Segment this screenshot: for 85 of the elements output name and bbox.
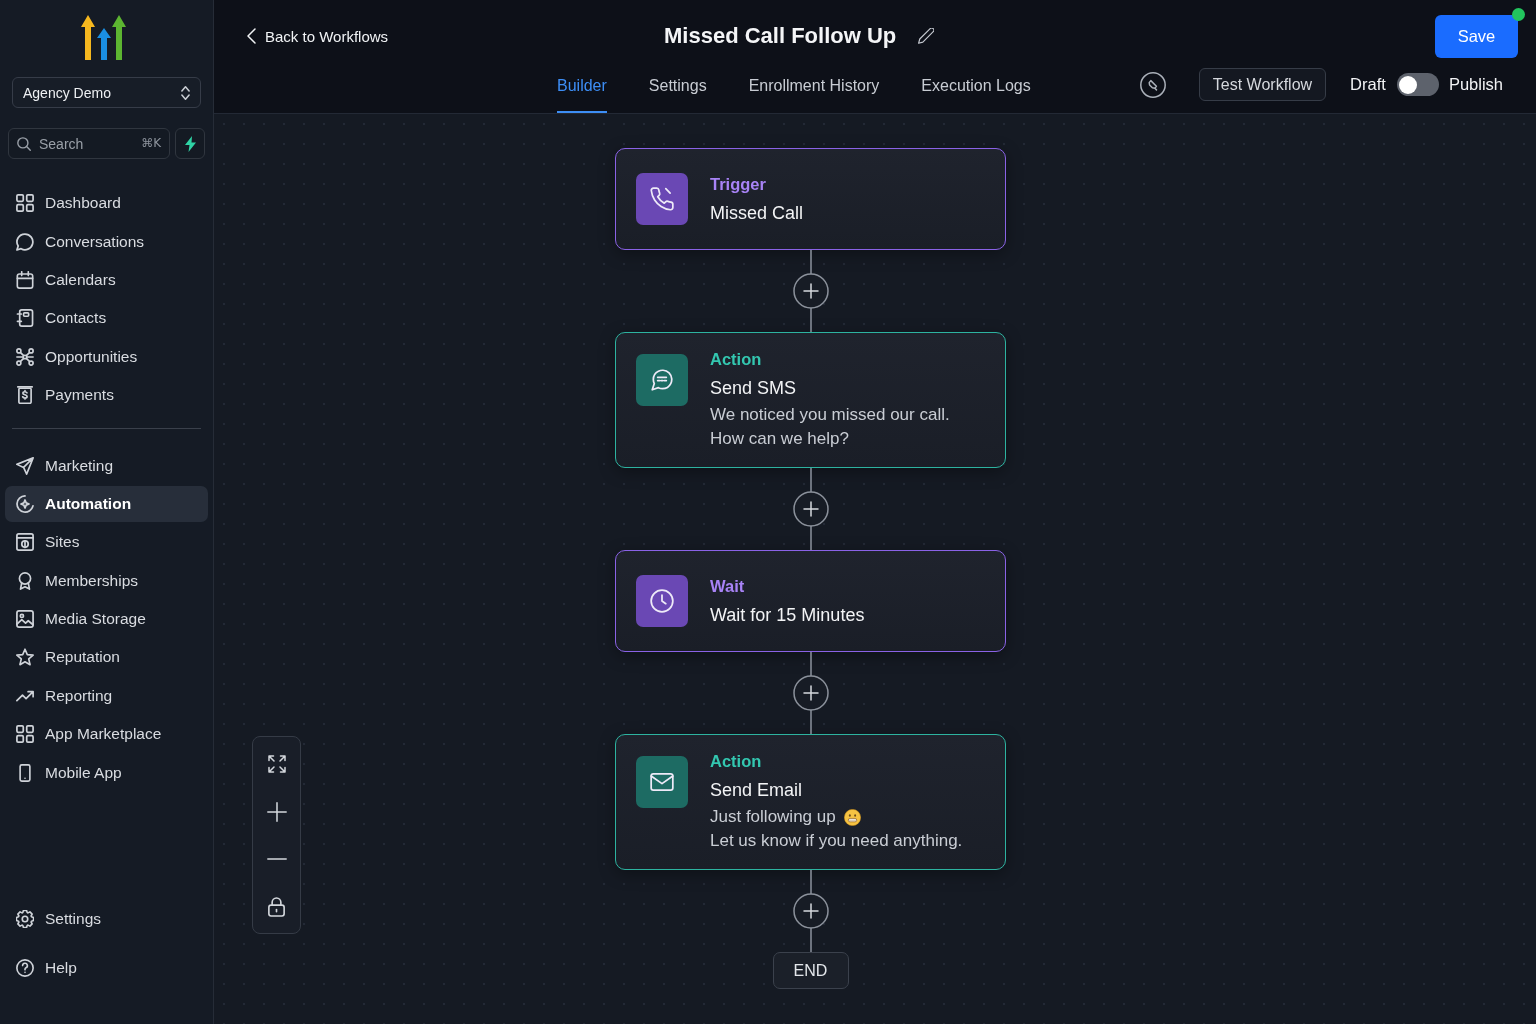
- workflow-title: Missed Call Follow Up: [664, 23, 897, 49]
- step-title: Wait for 15 Minutes: [710, 603, 865, 627]
- plus-circle-icon[interactable]: [792, 675, 829, 711]
- nav-item[interactable]: Marketing: [5, 447, 208, 484]
- step-message-line: Just following up: [710, 806, 836, 828]
- save-button[interactable]: Save: [1435, 14, 1518, 58]
- award-ribbon-icon: [16, 571, 34, 590]
- step-card[interactable]: Wait Wait for 15 Minutes: [615, 550, 1006, 652]
- grid-icon: [16, 194, 34, 213]
- step-title: Send SMS: [710, 377, 798, 400]
- step-card[interactable]: Action Send SMS We noticed you missed our call. How can we help?: [615, 332, 1006, 468]
- step-message-line: We noticed you missed our call.: [710, 404, 950, 426]
- image-icon: [16, 610, 34, 629]
- updown-chevron-icon: [181, 85, 190, 100]
- phone-device-icon: [19, 763, 31, 782]
- step-card[interactable]: Trigger Missed Call: [615, 148, 1006, 250]
- settings-icon: [16, 910, 34, 929]
- search-icon: [17, 136, 31, 151]
- step-title: Send Email: [710, 779, 804, 802]
- arrows-logo: [80, 15, 126, 60]
- end-node: END: [772, 952, 849, 989]
- chevron-left-icon: [247, 28, 256, 44]
- toggle-label: Publish: [1448, 75, 1503, 94]
- plus-circle-icon[interactable]: [792, 491, 829, 527]
- tab[interactable]: Settings: [648, 64, 707, 113]
- nav-item[interactable]: Mobile App: [5, 754, 208, 791]
- quick-action-button[interactable]: [175, 128, 205, 159]
- lock-icon[interactable]: [268, 896, 285, 917]
- nav-item[interactable]: Calendars: [5, 261, 208, 298]
- nav-item[interactable]: Help: [5, 949, 208, 986]
- calendar-icon: [16, 270, 34, 289]
- chat-bubble-icon: [636, 354, 688, 406]
- nav-item[interactable]: Sites: [5, 524, 208, 561]
- nav-item[interactable]: Dashboard: [5, 185, 208, 222]
- nodes-icon: [16, 347, 34, 366]
- phone-icon: [636, 173, 688, 225]
- plus-circle-icon[interactable]: [792, 273, 829, 309]
- step-message-line: Let us know if you need anything.: [710, 830, 963, 852]
- tab[interactable]: Enrollment History: [748, 64, 880, 113]
- shortcut-hint: ⌘K: [141, 136, 161, 151]
- zoom-out-icon[interactable]: [266, 858, 287, 861]
- tab[interactable]: Execution Logs: [921, 64, 1031, 113]
- toggle-label: Draft: [1350, 75, 1386, 94]
- pen-circle-icon[interactable]: [1139, 71, 1166, 98]
- expand-icon[interactable]: [267, 755, 286, 773]
- step-message-line: How can we help?: [710, 428, 850, 450]
- sparkle-circle-icon: [16, 494, 34, 513]
- help-icon: [16, 958, 34, 977]
- nav-item[interactable]: Reputation: [5, 639, 208, 676]
- clock-icon: [636, 575, 688, 627]
- step-type-label: Trigger: [710, 173, 767, 194]
- nav-item[interactable]: Contacts: [5, 300, 208, 337]
- step-type-label: Action: [710, 751, 763, 771]
- plus-circle-icon[interactable]: [792, 893, 829, 929]
- nav-item[interactable]: App Marketplace: [5, 716, 208, 753]
- browser-window-icon: [16, 533, 34, 552]
- step-type-label: Wait: [710, 575, 746, 596]
- chat-bubble-icon: [16, 232, 34, 251]
- nav-item[interactable]: Media Storage: [5, 601, 208, 638]
- nav-item[interactable]: Reporting: [5, 677, 208, 714]
- nav-item[interactable]: Settings: [5, 901, 208, 938]
- nav-item[interactable]: Opportunities: [5, 338, 208, 375]
- bolt-icon: [184, 135, 196, 152]
- nav-item[interactable]: Payments: [5, 377, 208, 414]
- paper-plane-icon: [16, 456, 34, 475]
- contact-book-icon: [16, 309, 34, 328]
- step-card[interactable]: Action Send Email Just following up Let us know if you need anything.: [615, 734, 1006, 870]
- grinning-face-icon: [843, 808, 861, 826]
- nav-item[interactable]: Memberships: [5, 562, 208, 599]
- trend-up-icon: [16, 689, 34, 702]
- star-icon: [16, 648, 34, 667]
- grid-icon: [16, 725, 34, 744]
- status-dot-icon: [1512, 7, 1525, 21]
- envelope-icon: [636, 756, 688, 808]
- account-select[interactable]: Agency Demo: [12, 77, 201, 108]
- step-type-label: Action: [710, 349, 763, 369]
- test-workflow-button[interactable]: Test Workflow: [1198, 68, 1327, 101]
- zoom-in-icon[interactable]: [266, 801, 287, 822]
- nav-item[interactable]: Conversations: [5, 223, 208, 260]
- nav-item[interactable]: Automation: [5, 485, 208, 522]
- pencil-icon[interactable]: [918, 28, 935, 44]
- back-link[interactable]: Back to Workflows: [247, 27, 389, 45]
- receipt-icon: [16, 386, 34, 405]
- step-title: Missed Call: [710, 201, 804, 225]
- toggle-switch[interactable]: [1396, 73, 1439, 96]
